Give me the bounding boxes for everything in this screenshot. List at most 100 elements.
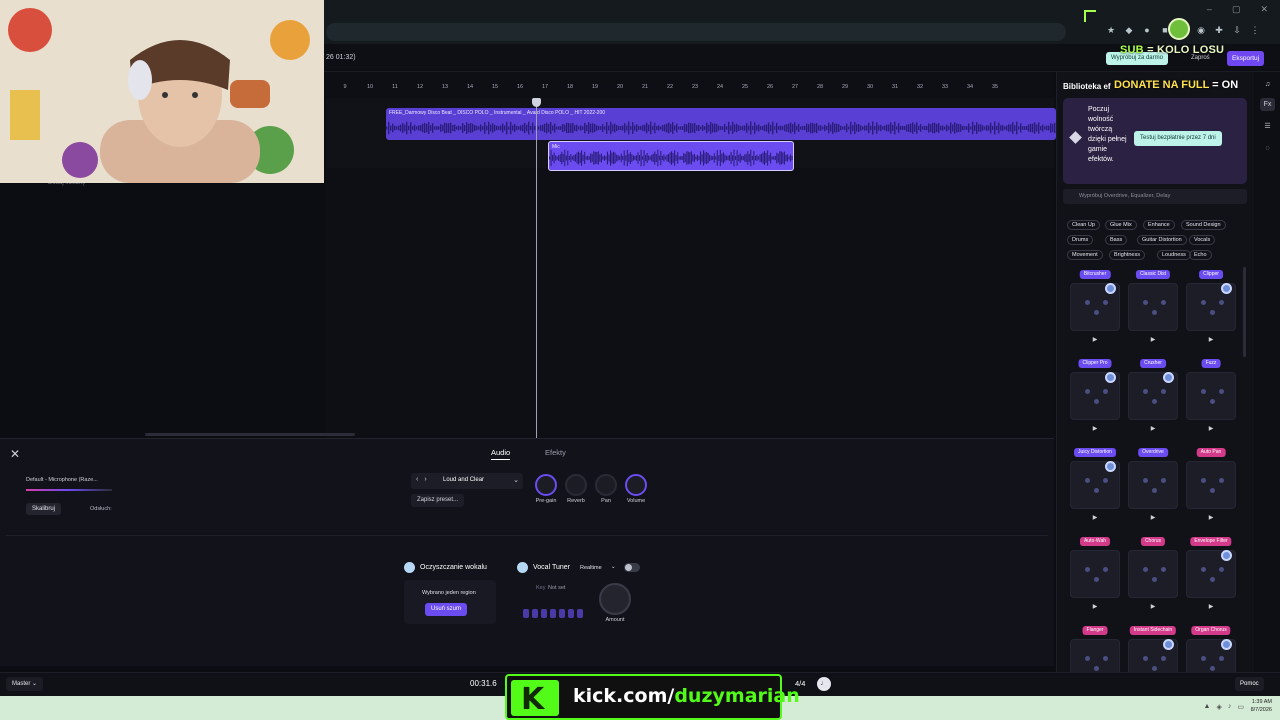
effects-search-input[interactable]: Wypróbuj Overdrive, Equalizer, Delay	[1063, 189, 1247, 204]
menu-icon[interactable]: ⋮	[1250, 25, 1260, 36]
key-button[interactable]	[550, 609, 556, 618]
chevron-down-icon[interactable]: ⌄	[611, 564, 616, 570]
effect-preview-tile[interactable]	[1186, 550, 1236, 598]
effect-name[interactable]: Envelope Filter	[1190, 537, 1232, 546]
filter-chip[interactable]: Loudness	[1157, 250, 1191, 260]
filter-chip[interactable]: Clean Up	[1067, 220, 1100, 230]
play-preview-icon[interactable]: ▶	[1151, 603, 1156, 610]
effect-name[interactable]: Overdrive	[1138, 448, 1168, 457]
close-window-icon[interactable]: ✕	[1260, 4, 1268, 15]
extension-icon[interactable]: ◉	[1196, 25, 1206, 36]
input-device-select[interactable]: Default - Microphone (Raze...	[26, 477, 98, 483]
free-trial-button[interactable]: Testuj bezpłatnie przez 7 dni	[1134, 131, 1222, 146]
play-preview-icon[interactable]: ▶	[1151, 336, 1156, 343]
filter-chip[interactable]: Enhance	[1143, 220, 1175, 230]
key-button[interactable]	[559, 609, 565, 618]
filter-chip[interactable]: Brightness	[1109, 250, 1145, 260]
volume-icon[interactable]: ♪	[1228, 703, 1232, 711]
effect-name[interactable]: Clipper	[1199, 270, 1223, 279]
music-icon[interactable]: ♫	[1260, 78, 1275, 91]
audio-clip-beat[interactable]: FREE_Darmowy Disco Beat _ DISCO POLO _ I…	[386, 108, 1056, 140]
filter-chip[interactable]: Vocals	[1189, 235, 1216, 245]
help-button[interactable]: Pomoc	[1235, 677, 1264, 691]
preset-selector[interactable]: ‹› Loud and Clear ⌄	[411, 473, 523, 489]
star-icon[interactable]: ★	[1106, 25, 1116, 36]
master-select[interactable]: Master ⌄	[6, 677, 44, 691]
playhead[interactable]	[536, 98, 537, 438]
play-preview-icon[interactable]: ▶	[1093, 425, 1098, 432]
effect-preview-tile[interactable]	[1128, 461, 1178, 509]
key-value[interactable]: Not set	[548, 585, 565, 591]
maximize-icon[interactable]: ▢	[1232, 4, 1241, 15]
effect-name[interactable]: Organ Chorus	[1191, 626, 1231, 635]
effect-name[interactable]: Bitcrusher	[1079, 270, 1111, 279]
key-selector[interactable]	[523, 609, 583, 618]
effect-name[interactable]: Chorus	[1140, 537, 1166, 546]
tuner-toggle[interactable]	[624, 563, 640, 572]
export-button[interactable]: Eksportuj	[1227, 51, 1265, 66]
effect-name[interactable]: Fuzz	[1201, 359, 1221, 368]
effect-name[interactable]: Flanger	[1082, 626, 1108, 635]
key-button[interactable]	[523, 609, 529, 618]
key-button[interactable]	[568, 609, 574, 618]
sidebar-scrollbar[interactable]	[1243, 267, 1246, 357]
metronome-icon[interactable]: ♩	[817, 677, 831, 691]
play-preview-icon[interactable]: ▶	[1093, 603, 1098, 610]
download-icon[interactable]: ⇩	[1232, 25, 1242, 36]
mixer-icon[interactable]: ☰	[1260, 120, 1275, 133]
effect-name[interactable]: Crusher	[1140, 359, 1166, 368]
filter-chip[interactable]: Drums	[1067, 235, 1094, 245]
save-preset-button[interactable]: Zapisz preset...	[411, 494, 465, 507]
extension-icon[interactable]: ●	[1142, 25, 1152, 36]
filter-chip[interactable]: Echo	[1189, 250, 1212, 260]
play-preview-icon[interactable]: ▶	[1151, 425, 1156, 432]
effect-preview-tile[interactable]	[1186, 461, 1236, 509]
playhead-handle[interactable]	[532, 98, 541, 107]
effect-name[interactable]: Auto Pan	[1196, 448, 1226, 457]
play-preview-icon[interactable]: ▶	[1209, 425, 1214, 432]
effect-name[interactable]: Classic Dist	[1135, 270, 1171, 279]
effect-preview-tile[interactable]	[1070, 550, 1120, 598]
remove-noise-button[interactable]: Usuń szum	[425, 603, 468, 616]
play-preview-icon[interactable]: ▶	[1209, 514, 1214, 521]
effect-name[interactable]: Auto-Wah	[1079, 537, 1111, 546]
key-button[interactable]	[541, 609, 547, 618]
effect-preview-tile[interactable]	[1128, 283, 1178, 331]
volume-knob[interactable]	[625, 474, 647, 496]
play-preview-icon[interactable]: ▶	[1093, 336, 1098, 343]
minimize-icon[interactable]: –	[1207, 4, 1212, 15]
effect-preview-tile[interactable]	[1070, 372, 1120, 420]
extension-icon[interactable]: ◆	[1124, 25, 1134, 36]
key-button[interactable]	[532, 609, 538, 618]
tuner-mode-select[interactable]: Realtime	[580, 565, 602, 571]
effect-preview-tile[interactable]	[1128, 372, 1178, 420]
effect-preview-tile[interactable]	[1186, 372, 1236, 420]
preset-nav-icon[interactable]: ‹›	[416, 476, 433, 483]
tray-icon[interactable]: ▲	[1204, 703, 1211, 711]
effect-preview-tile[interactable]	[1070, 283, 1120, 331]
audio-clip-vocal[interactable]: Mic	[548, 141, 794, 171]
tab-audio[interactable]: Audio	[491, 448, 511, 460]
filter-chip[interactable]: Glue Mix	[1105, 220, 1137, 230]
amount-knob[interactable]	[599, 583, 631, 615]
pregain-knob[interactable]	[535, 474, 557, 496]
calibrate-button[interactable]: Skalibruj	[26, 503, 62, 515]
effect-preview-tile[interactable]	[1070, 461, 1120, 509]
effect-preview-tile[interactable]	[1186, 283, 1236, 331]
pan-knob[interactable]	[595, 474, 617, 496]
filter-chip[interactable]: Guitar Distortion	[1137, 235, 1187, 245]
close-icon[interactable]: ✕	[10, 447, 20, 461]
chevron-down-icon[interactable]: ⌄	[513, 476, 519, 484]
reverb-knob[interactable]	[565, 474, 587, 496]
play-preview-icon[interactable]: ▶	[1209, 336, 1214, 343]
key-button[interactable]	[577, 609, 583, 618]
puzzle-icon[interactable]: ✚	[1214, 25, 1224, 36]
play-preview-icon[interactable]: ▶	[1093, 514, 1098, 521]
timeline-ruler[interactable]: 9 10 11 12 13 14 15 16 17 18 19 20 21 22 23 24 25 26 27 28 2…	[326, 84, 1054, 98]
play-preview-icon[interactable]: ▶	[1209, 603, 1214, 610]
effect-preview-tile[interactable]	[1128, 550, 1178, 598]
tab-effects[interactable]: Efekty	[545, 448, 566, 457]
play-preview-icon[interactable]: ▶	[1151, 514, 1156, 521]
fx-icon[interactable]: Fx	[1260, 98, 1275, 111]
system-clock[interactable]: 1:39 AM 8/7/2026	[1251, 698, 1272, 714]
